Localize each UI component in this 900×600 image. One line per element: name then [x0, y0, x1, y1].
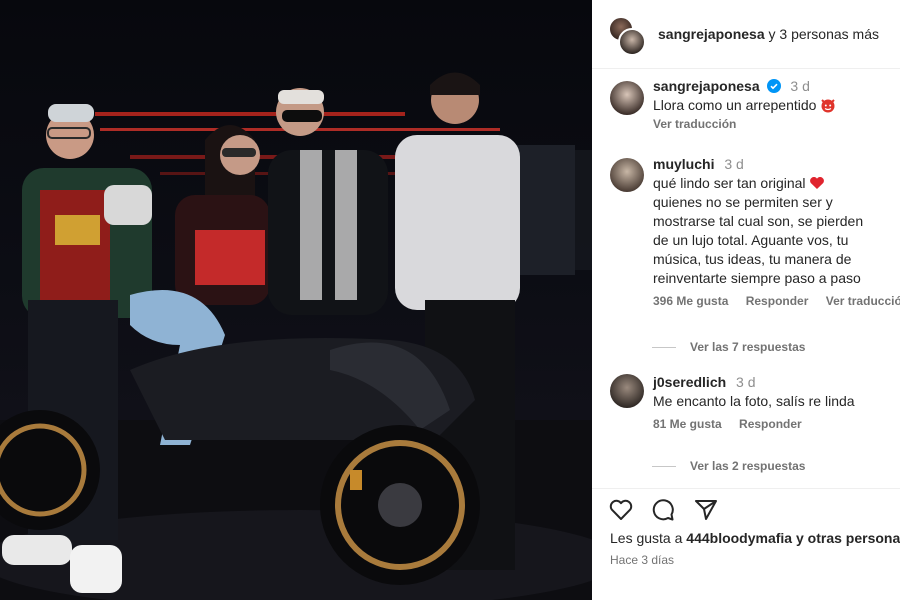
caption-text-row: Llora como un arrepentido — [653, 96, 900, 115]
author-username[interactable]: sangrejaponesa — [658, 26, 765, 42]
view-replies-button[interactable]: Ver las 7 respuestas — [652, 340, 805, 354]
comment-time: 3 d — [736, 374, 756, 390]
comment-text-row: qué lindo ser tan original — [653, 174, 900, 193]
divider — [652, 466, 676, 468]
comment-meta: 81 Me gusta Responder — [653, 417, 900, 431]
comment-line: música, tus ideas, tu manera de — [653, 251, 852, 267]
action-bar — [608, 497, 731, 525]
comment-meta: 396 Me gusta Responder Ver traducción — [653, 294, 900, 308]
comment-header: muyluchi 3 d — [653, 156, 900, 172]
caption-username[interactable]: sangrejaponesa — [653, 78, 760, 94]
caption-text: Llora como un arrepentido — [653, 97, 817, 113]
comment-line: de un lujo total. Aguante vos, tu — [653, 232, 849, 248]
view-replies-label: Ver las 2 respuestas — [690, 459, 806, 473]
comment-line: reinventarte siempre paso a paso — [653, 270, 861, 286]
post-date: Hace 3 días — [610, 553, 675, 567]
post-photo-illustration — [0, 72, 592, 600]
caption-translate-link[interactable]: Ver traducción — [653, 117, 900, 131]
comment-username[interactable]: j0seredlich — [653, 374, 726, 390]
share-icon[interactable] — [693, 497, 719, 528]
avatar[interactable] — [610, 374, 644, 408]
heart-emoji-icon — [809, 176, 825, 190]
view-replies-label: Ver las 7 respuestas — [690, 340, 806, 354]
comment-header: j0seredlich 3 d — [653, 374, 900, 390]
verified-icon — [766, 79, 781, 93]
likes-summary[interactable]: Les gusta a 444bloodymafia y otras perso… — [610, 530, 900, 546]
comment-likes[interactable]: 81 Me gusta — [653, 417, 722, 431]
comment-likes[interactable]: 396 Me gusta — [653, 294, 728, 308]
likes-user[interactable]: 444bloodymafia — [686, 530, 792, 546]
reply-button[interactable]: Responder — [739, 417, 802, 431]
view-replies-button[interactable]: Ver las 2 respuestas — [652, 459, 805, 473]
comment-line: quienes no se permiten ser y — [653, 194, 833, 210]
avatar[interactable] — [610, 158, 644, 192]
reply-button[interactable]: Responder — [746, 294, 809, 308]
post-photo[interactable] — [0, 0, 592, 600]
heart-icon[interactable] — [608, 497, 634, 528]
comment-text: qué lindo ser tan original quienes no se… — [653, 174, 900, 288]
avatar — [618, 28, 646, 56]
comment-username[interactable]: muyluchi — [653, 156, 714, 172]
comments-panel: sangrejaponesa y 3 personas más sangreja… — [592, 0, 900, 600]
caption-time: 3 d — [790, 78, 810, 94]
post-header: sangrejaponesa y 3 personas más — [592, 0, 900, 69]
devil-emoji-icon — [820, 97, 836, 113]
collab-avatars[interactable] — [608, 16, 646, 56]
likes-suffix[interactable]: y otras personas — [796, 530, 900, 546]
comment-text: Me encanto la foto, salís re linda — [653, 393, 855, 409]
comment-line: mostrarse tal cual son, se pierden — [653, 213, 864, 229]
divider — [652, 347, 676, 349]
author-others[interactable]: y 3 personas más — [769, 26, 880, 42]
caption-header: sangrejaponesa 3 d — [653, 78, 900, 94]
post-actions: Les gusta a 444bloodymafia y otras perso… — [592, 488, 900, 600]
translate-link[interactable]: Ver traducción — [826, 294, 900, 308]
avatar[interactable] — [610, 81, 644, 115]
comment-icon[interactable] — [650, 497, 676, 528]
post-authors[interactable]: sangrejaponesa y 3 personas más — [658, 26, 879, 42]
comment-time: 3 d — [724, 156, 744, 172]
comment-list[interactable]: sangrejaponesa 3 d Llora como un arrepen… — [592, 68, 900, 488]
comment-line: qué lindo ser tan original — [653, 175, 806, 191]
likes-prefix: Les gusta a — [610, 530, 683, 546]
